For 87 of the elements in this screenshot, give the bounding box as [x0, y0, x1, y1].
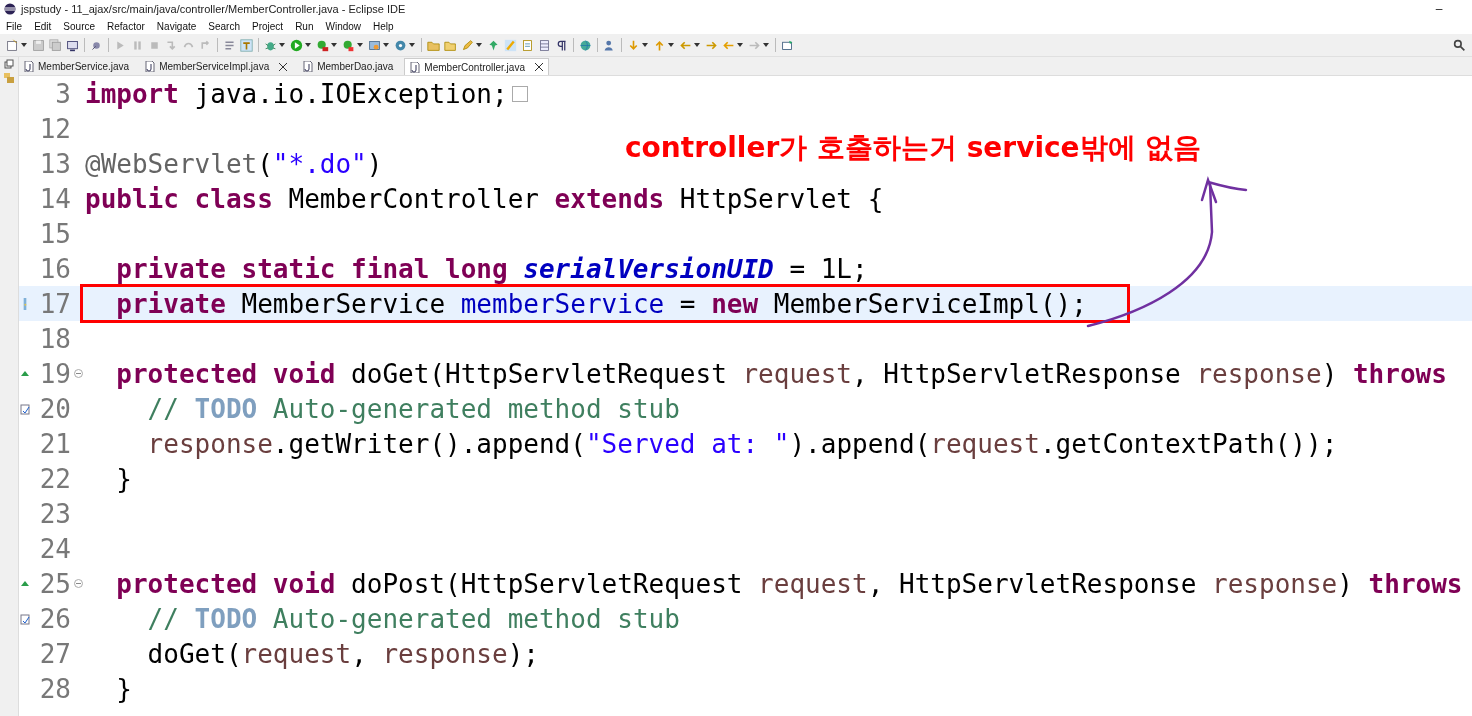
- caret-icon[interactable]: [279, 43, 285, 47]
- task-icon: [20, 402, 30, 415]
- minimize-button[interactable]: –: [1426, 2, 1452, 16]
- caret-icon[interactable]: [305, 43, 311, 47]
- code-line: private MemberService memberService = new MemberServiceImpl();: [115, 288, 1087, 319]
- code-line: private static final long serialVersionUID = 1L;: [115, 253, 868, 284]
- caret-icon[interactable]: [383, 43, 389, 47]
- line-number: 28: [38, 673, 71, 704]
- pilcrow-icon[interactable]: [555, 38, 568, 52]
- caret-icon[interactable]: [409, 43, 415, 47]
- menu-item[interactable]: Search: [208, 20, 240, 32]
- list-icon[interactable]: [223, 38, 236, 52]
- caret-icon[interactable]: [331, 43, 337, 47]
- caret-icon[interactable]: [737, 43, 743, 47]
- line-number: 15: [38, 218, 71, 249]
- save-icon[interactable]: [32, 38, 45, 52]
- package-explorer-icon[interactable]: [4, 73, 14, 83]
- new-file-icon[interactable]: [6, 38, 19, 52]
- menu-item[interactable]: Project: [252, 20, 284, 32]
- annotation-text: controller가 호출하는거 service밖에 없음: [625, 130, 1202, 166]
- perspective-icon[interactable]: [781, 38, 794, 52]
- code-line: protected void doGet(HttpServletRequest request, HttpServletResponse response) throws: [115, 358, 1447, 389]
- menu-item[interactable]: Window: [325, 20, 362, 32]
- code-line: response.getWriter().append("Served at: ").append(request.getContextPath());: [146, 428, 1338, 459]
- code-line: }: [115, 463, 132, 494]
- collapse-icon[interactable]: [73, 579, 83, 588]
- folded-code-marker[interactable]: [511, 85, 528, 102]
- code-line: // TODO Auto-generated method stub: [146, 393, 680, 424]
- close-icon[interactable]: [279, 62, 288, 71]
- code-line: doGet(request, response);: [146, 638, 539, 669]
- editor-tab[interactable]: MemberServiceImpl.java: [140, 58, 293, 75]
- menu-item[interactable]: File: [6, 20, 23, 32]
- menu-item[interactable]: Source: [63, 20, 96, 32]
- app-icon: [4, 3, 16, 15]
- caret-icon[interactable]: [694, 43, 700, 47]
- line-number: 19: [38, 358, 71, 389]
- code-line: protected void doPost(HttpServletRequest request, HttpServletResponse response) throws: [115, 568, 1463, 599]
- menu-item[interactable]: Edit: [34, 20, 52, 32]
- code-line: import java.io.IOException;: [85, 78, 508, 109]
- caret-icon[interactable]: [642, 43, 648, 47]
- code-line: // TODO Auto-generated method stub: [146, 603, 680, 634]
- menu-item[interactable]: Refactor: [107, 20, 145, 32]
- line-number: 16: [38, 253, 71, 284]
- search-icon[interactable]: [1453, 38, 1466, 52]
- monitor-icon[interactable]: [66, 38, 79, 52]
- caret-icon[interactable]: [763, 43, 769, 47]
- menu-item[interactable]: Run: [295, 20, 314, 32]
- line-number: 26: [38, 603, 71, 634]
- code-line: @WebServlet("*.do"): [85, 148, 383, 179]
- line-number: 14: [38, 183, 71, 214]
- editor-tab[interactable]: MemberDao.java: [298, 58, 399, 75]
- line-number: 17: [38, 288, 71, 319]
- caret-icon[interactable]: [357, 43, 363, 47]
- caret-icon[interactable]: [668, 43, 674, 47]
- line-number: 21: [38, 428, 71, 459]
- restore-icon[interactable]: [4, 59, 14, 69]
- line-number: 27: [38, 638, 71, 669]
- close-icon[interactable]: [534, 63, 543, 71]
- editor-tab[interactable]: MemberService.java: [19, 58, 135, 75]
- collapse-icon[interactable]: [73, 369, 83, 378]
- highlight-icon[interactable]: [504, 38, 517, 52]
- java-file-icon: [303, 61, 314, 72]
- line-number: 22: [38, 463, 71, 494]
- code-line: }: [115, 673, 132, 704]
- line-number: 3: [54, 78, 71, 109]
- line-number: 25: [38, 568, 71, 599]
- java-file-icon: [145, 61, 156, 72]
- line-number: 20: [38, 393, 71, 424]
- editor-tab[interactable]: MemberController.java: [404, 58, 549, 75]
- toggle-icon[interactable]: [240, 38, 253, 52]
- menu-item[interactable]: Navigate: [156, 20, 197, 32]
- caret-icon[interactable]: [21, 43, 27, 47]
- document-icon[interactable]: [521, 38, 534, 52]
- line-number: 12: [38, 113, 71, 144]
- java-file-icon: [24, 61, 34, 72]
- line-number: 18: [38, 323, 71, 354]
- menu-item[interactable]: Help: [373, 20, 394, 32]
- line-number: 24: [38, 533, 71, 564]
- globe-icon[interactable]: [579, 38, 592, 52]
- window-title: jspstudy - 11_ajax/src/main/java/controller/MemberController.java - Eclipse IDE: [21, 3, 407, 15]
- task-icon: [20, 612, 30, 625]
- code-line: public class MemberController extends HttpServlet {: [85, 183, 884, 214]
- caret-icon[interactable]: [476, 43, 482, 47]
- line-number: 23: [38, 498, 71, 529]
- java-file-icon: [410, 61, 421, 73]
- line-number: 13: [38, 148, 71, 179]
- table-icon[interactable]: [538, 38, 551, 52]
